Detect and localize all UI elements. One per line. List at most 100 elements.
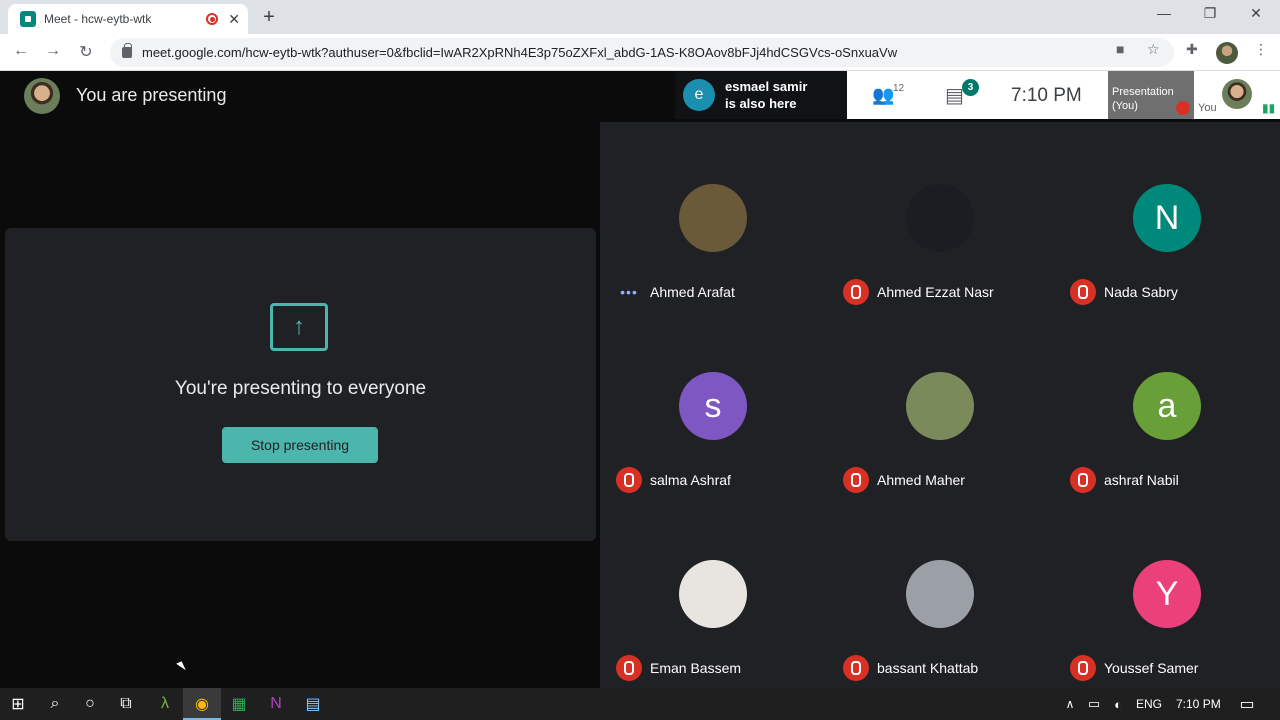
presenting-message: You're presenting to everyone bbox=[174, 378, 427, 399]
search-icon[interactable]: ⌕ bbox=[44, 694, 66, 714]
lock-icon bbox=[122, 43, 132, 58]
participant-tile[interactable]: bassant Khattab bbox=[835, 560, 1055, 700]
address-bar[interactable]: meet.google.com/hcw-eytb-wtk?authuser=0&… bbox=[110, 38, 1174, 67]
self-view-thumbnail[interactable]: You ▮▮ bbox=[1194, 71, 1280, 119]
muted-mic-icon bbox=[1070, 467, 1096, 493]
participant-grid: ••• Ahmed Arafat Ahmed Ezzat Nasr N Nada Sab… bbox=[600, 122, 1280, 688]
windows-start-icon[interactable]: ⊞ bbox=[7, 694, 29, 714]
muted-mic-icon bbox=[843, 467, 869, 493]
people-icon[interactable]: 👥 bbox=[872, 85, 894, 106]
new-tab-button[interactable]: + bbox=[256, 5, 282, 29]
muted-mic-icon bbox=[843, 655, 869, 681]
participant-name: ashraf Nabil bbox=[1104, 472, 1179, 488]
store-icon[interactable]: ▦ bbox=[228, 694, 250, 714]
participant-name-row: bassant Khattab bbox=[843, 655, 978, 681]
cortana-icon[interactable]: ○ bbox=[79, 694, 101, 714]
participant-name: Eman Bassem bbox=[650, 660, 742, 676]
participant-tile[interactable]: N Nada Sabry bbox=[1062, 184, 1280, 324]
participant-avatar: a bbox=[1133, 372, 1201, 440]
tray-chevron-icon[interactable]: ∧ bbox=[1059, 694, 1081, 714]
bookmark-star-icon[interactable]: ☆ bbox=[1147, 41, 1160, 58]
url-text: meet.google.com/hcw-eytb-wtk?authuser=0&… bbox=[142, 45, 898, 60]
participant-name: bassant Khattab bbox=[877, 660, 979, 676]
participant-avatar bbox=[679, 560, 747, 628]
muted-mic-icon bbox=[1070, 279, 1096, 305]
participant-avatar bbox=[906, 560, 974, 628]
presentation-label-line2: (You) bbox=[1112, 100, 1138, 112]
notepad-icon[interactable]: ▤ bbox=[302, 694, 324, 714]
participant-name-row: Youssef Samer bbox=[1070, 655, 1198, 681]
lambda-app-icon[interactable]: λ bbox=[154, 694, 176, 714]
browser-toolbar: ← → ↻ meet.google.com/hcw-eytb-wtk?authu… bbox=[0, 34, 1280, 71]
join-notification: e esmael samir is also here bbox=[675, 71, 847, 119]
notification-avatar: e bbox=[683, 79, 715, 111]
participant-name-row: Eman Bassem bbox=[616, 655, 741, 681]
browser-menu-icon[interactable]: ⋮ bbox=[1254, 41, 1268, 58]
participant-tile[interactable]: a ashraf Nabil bbox=[1062, 372, 1280, 512]
page-title: You are presenting bbox=[76, 85, 227, 105]
participant-avatar: N bbox=[1133, 184, 1201, 252]
participant-tile[interactable]: Ahmed Ezzat Nasr bbox=[835, 184, 1055, 324]
language-indicator[interactable]: ENG bbox=[1136, 697, 1162, 711]
participant-tile[interactable]: Ahmed Maher bbox=[835, 372, 1055, 512]
participant-avatar bbox=[679, 184, 747, 252]
self-avatar bbox=[1222, 79, 1252, 109]
volume-icon[interactable]: ◐ bbox=[1107, 694, 1129, 714]
stop-presenting-button[interactable]: Stop presenting bbox=[222, 427, 378, 463]
windows-taskbar: ⊞ ⌕ ○ ⧉ λ ◉ ▦ N ▤ ∧ ▭ ◐ ENG 7:10 PM ▭ bbox=[0, 688, 1280, 720]
participant-name-row: salma Ashraf bbox=[616, 467, 731, 493]
maximize-button[interactable]: ❐ bbox=[1187, 5, 1233, 22]
participant-name: Nada Sabry bbox=[1104, 284, 1178, 300]
mouse-cursor bbox=[176, 661, 186, 673]
participant-tile[interactable]: Y Youssef Samer bbox=[1062, 560, 1280, 700]
meet-favicon-icon bbox=[20, 11, 36, 27]
profile-avatar[interactable] bbox=[1216, 42, 1238, 64]
participant-name: salma Ashraf bbox=[650, 472, 731, 488]
participant-name: Youssef Samer bbox=[1104, 660, 1199, 676]
minimize-button[interactable]: — bbox=[1141, 5, 1187, 21]
notification-name: esmael samir bbox=[725, 79, 808, 94]
participant-name-row: Ahmed Ezzat Nasr bbox=[843, 279, 994, 305]
participant-avatar: Y bbox=[1133, 560, 1201, 628]
action-center-icon[interactable]: ▭ bbox=[1236, 694, 1258, 714]
participant-name-row: Nada Sabry bbox=[1070, 279, 1178, 305]
speaking-dots-icon: ••• bbox=[620, 284, 638, 300]
muted-mic-icon bbox=[843, 279, 869, 305]
tab-close-button[interactable]: ✕ bbox=[228, 11, 240, 28]
onenote-icon[interactable]: N bbox=[265, 694, 287, 714]
window-close-button[interactable]: ✕ bbox=[1233, 5, 1279, 22]
avatar bbox=[24, 78, 60, 114]
browser-tab-strip: Meet - hcw-eytb-wtk ✕ + — ❐ ✕ bbox=[0, 0, 1280, 34]
participant-name: Ahmed Ezzat Nasr bbox=[877, 284, 994, 300]
back-arrow-icon[interactable]: ← bbox=[10, 42, 32, 60]
extensions-icon[interactable]: ✚ bbox=[1186, 41, 1198, 58]
task-view-icon[interactable]: ⧉ bbox=[115, 694, 137, 714]
forward-arrow-icon[interactable]: → bbox=[42, 42, 64, 60]
audio-level-icon: ▮▮ bbox=[1262, 101, 1276, 115]
participant-name: Ahmed Arafat bbox=[650, 284, 735, 300]
tab-title: Meet - hcw-eytb-wtk bbox=[44, 12, 152, 26]
muted-mic-icon bbox=[616, 655, 642, 681]
taskbar-clock[interactable]: 7:10 PM bbox=[1176, 697, 1221, 711]
participant-tile[interactable]: Eman Bassem bbox=[608, 560, 828, 700]
meet-top-bar: You are presenting e esmael samir is als… bbox=[0, 71, 1280, 121]
participant-name-row: ••• Ahmed Arafat bbox=[616, 279, 735, 305]
presentation-thumbnail[interactable]: Presentation (You) bbox=[1108, 71, 1194, 119]
participant-tile[interactable]: ••• Ahmed Arafat bbox=[608, 184, 828, 324]
chrome-icon[interactable]: ◉ bbox=[191, 694, 213, 714]
participant-tile[interactable]: s salma Ashraf bbox=[608, 372, 828, 512]
browser-tab-meet[interactable]: Meet - hcw-eytb-wtk ✕ bbox=[8, 4, 248, 34]
muted-mic-icon bbox=[616, 467, 642, 493]
present-screen-icon: ↑ bbox=[270, 303, 328, 351]
chat-badge: 3 bbox=[962, 79, 979, 96]
network-icon[interactable]: ▭ bbox=[1083, 694, 1105, 714]
participant-name: Ahmed Maher bbox=[877, 472, 965, 488]
meeting-clock: 7:10 PM bbox=[1011, 85, 1082, 106]
camera-icon[interactable]: ■ bbox=[1116, 41, 1124, 57]
notification-text: esmael samir is also here bbox=[725, 78, 807, 112]
participant-name-row: ashraf Nabil bbox=[1070, 467, 1179, 493]
participant-avatar bbox=[906, 372, 974, 440]
presenting-card: ↑ You're presenting to everyone Stop pre… bbox=[5, 228, 596, 541]
participant-avatar: s bbox=[679, 372, 747, 440]
reload-icon[interactable]: ↻ bbox=[75, 42, 97, 62]
